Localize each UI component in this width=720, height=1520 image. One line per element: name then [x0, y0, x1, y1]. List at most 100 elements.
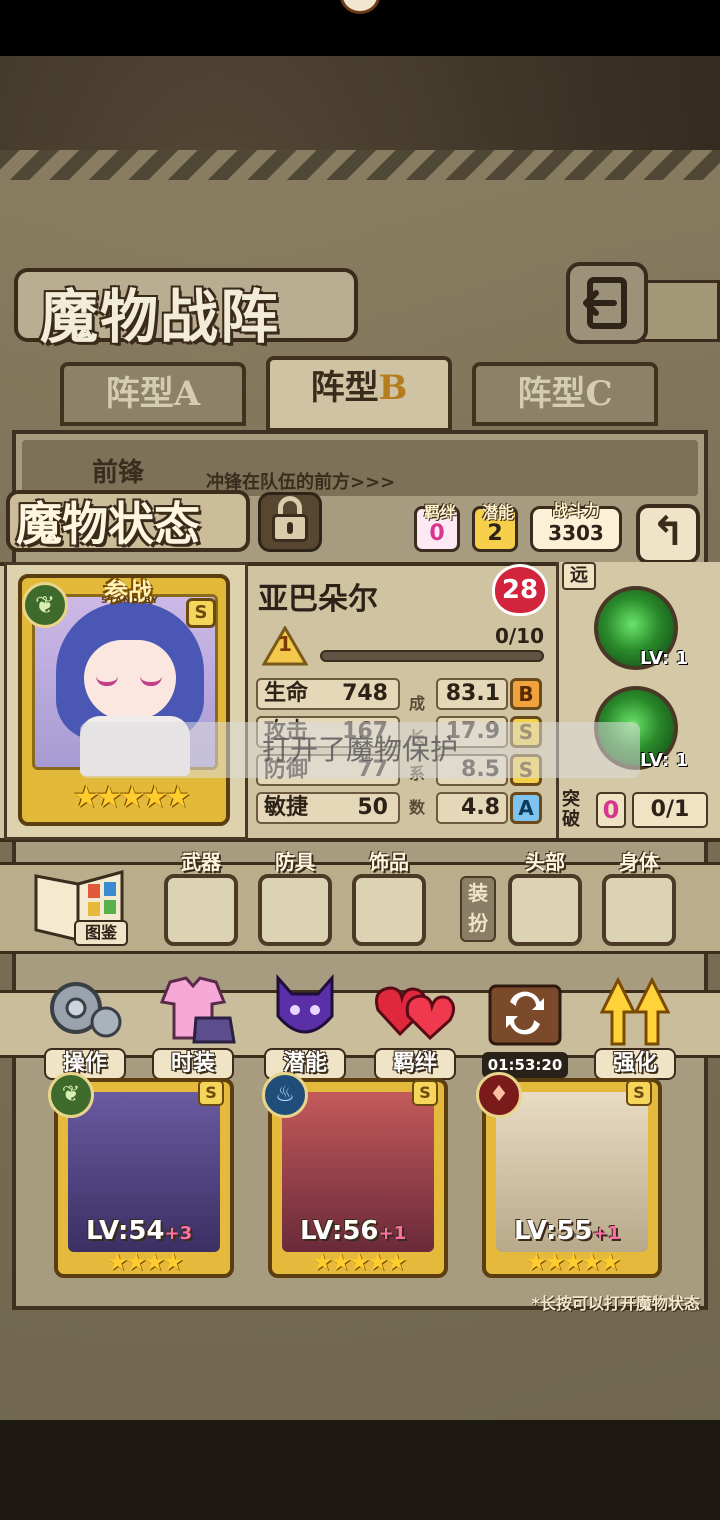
grade-badge: S	[198, 1080, 224, 1106]
level-text: LV:54	[86, 1216, 165, 1246]
break-label: 突破	[562, 789, 580, 830]
grade-badge: S	[412, 1080, 438, 1106]
leaf-element-icon: ❦	[48, 1072, 94, 1118]
slot-label-accessory: 饰品	[369, 850, 409, 874]
rank-value: 1	[278, 632, 292, 656]
break-progress: 0/1	[632, 792, 708, 828]
action-label: 羁绊	[374, 1048, 456, 1080]
return-button[interactable]: ↰	[636, 504, 700, 564]
attr-row-hp: 生命 748	[256, 678, 400, 710]
team-card-level: LV:54+3	[86, 1216, 192, 1246]
star-rating: ★★★★★	[72, 780, 191, 815]
tab-label: 阵型	[517, 374, 586, 414]
slot-label-body: 身体	[619, 850, 659, 874]
growth-value-hp: 83.1	[436, 678, 508, 710]
slot-accessory[interactable]	[352, 874, 426, 946]
tab-formation-a[interactable]: 阵型A	[60, 362, 246, 426]
potential-label: 潜能	[481, 503, 514, 522]
tab-letter: B	[378, 368, 408, 408]
book-label: 图鉴	[74, 920, 128, 946]
upgrade-arrows-icon	[599, 976, 671, 1046]
level-plus: +1	[592, 1223, 621, 1244]
grade-badge-hp: B	[510, 678, 542, 710]
slot-label-armor: 防具	[275, 850, 315, 874]
power-chip: 战斗力 3303	[530, 501, 622, 552]
bond-value: 0	[429, 521, 445, 546]
attr-name: 生命	[264, 681, 309, 706]
slot-label-weapon: 武器	[181, 850, 221, 874]
break-value: 0	[596, 792, 626, 828]
level-plus: +3	[164, 1223, 193, 1244]
exp-bar	[320, 650, 544, 662]
skill-level: LV: 1	[640, 750, 689, 771]
fashion-button[interactable]: 时装	[150, 972, 236, 1082]
action-label: 时装	[152, 1048, 234, 1080]
power-label: 战斗力	[551, 501, 600, 520]
operate-button[interactable]: 操作	[42, 972, 128, 1082]
exit-icon	[583, 277, 627, 329]
swap-chest-button[interactable]: 01:53:20	[482, 972, 568, 1082]
attr-value: 748	[342, 681, 388, 706]
level-plus: +1	[378, 1223, 407, 1244]
tab-letter: A	[173, 374, 201, 414]
range-tag: 远	[562, 562, 596, 590]
exp-text: 0/10	[494, 624, 544, 648]
slot-label-head: 头部	[525, 850, 565, 874]
grade-badge: S	[186, 598, 216, 628]
slot-body[interactable]	[602, 874, 676, 946]
attr-value: 50	[357, 795, 388, 820]
demon-icon	[276, 974, 334, 1034]
upgrade-button[interactable]: 强化	[592, 972, 678, 1082]
bond-button[interactable]: 羁绊	[372, 972, 458, 1082]
attr-row-agility: 敏捷 50	[256, 792, 400, 824]
bond-chip: 羁绊 0	[414, 503, 460, 552]
leaf-element-icon: ❦	[22, 582, 68, 628]
bond-label: 羁绊	[423, 503, 456, 522]
hearts-icon	[375, 986, 455, 1041]
level-heart-badge: 28	[492, 564, 548, 616]
lane-label: 前锋	[92, 458, 145, 488]
fire-element-icon: ♦	[476, 1072, 522, 1118]
tab-formation-b[interactable]: 阵型B	[266, 356, 452, 432]
skill-level: LV: 1	[640, 648, 689, 669]
monster-name: 亚巴朵尔	[258, 582, 378, 617]
level-text: LV:55	[514, 1216, 593, 1246]
slot-head[interactable]	[508, 874, 582, 946]
lock-keyhole	[287, 522, 293, 534]
slot-weapon[interactable]	[164, 874, 238, 946]
dressup-label: 装扮	[460, 876, 496, 942]
tab-label: 阵型	[310, 368, 379, 408]
potential-value: 2	[487, 521, 503, 546]
water-element-icon: ♨	[262, 1072, 308, 1118]
torn-edge	[0, 150, 720, 180]
tab-formation-c[interactable]: 阵型C	[472, 362, 658, 426]
back-button[interactable]	[566, 262, 648, 344]
outfit-icon	[159, 976, 236, 1044]
level-text: LV:56	[300, 1216, 379, 1246]
team-card-level: LV:55+1	[514, 1216, 620, 1246]
attr-name: 敏捷	[264, 795, 309, 820]
back-button-tail	[640, 280, 720, 342]
slot-armor[interactable]	[258, 874, 332, 946]
action-label: 强化	[594, 1048, 676, 1080]
standby-sublabel: STAND BY	[101, 596, 159, 606]
growth-label: 数	[408, 798, 425, 817]
team-card-level: LV:56+1	[300, 1216, 406, 1246]
potential-button[interactable]: 潜能	[262, 972, 348, 1082]
grade-badge: S	[626, 1080, 652, 1106]
growth-value-agility: 4.8	[436, 792, 508, 824]
tab-letter: C	[585, 374, 613, 414]
return-arrow-icon: ↰	[651, 509, 685, 555]
potential-chip: 潜能 2	[472, 503, 518, 552]
star-rating: ★★★★★	[525, 1248, 622, 1276]
action-label: 操作	[44, 1048, 126, 1080]
long-press-hint: *长按可以打开魔物状态	[531, 1294, 700, 1313]
power-value: 3303	[548, 521, 604, 545]
tab-label: 阵型	[105, 374, 174, 414]
star-rating: ★★★★★	[311, 1248, 408, 1276]
growth-label: 成	[408, 694, 425, 713]
grade-badge-agility: A	[510, 792, 542, 824]
status-title: 魔物状态	[16, 497, 200, 551]
toast-message: 打开了魔物保护	[80, 722, 640, 778]
bottom-edge	[0, 1420, 720, 1520]
